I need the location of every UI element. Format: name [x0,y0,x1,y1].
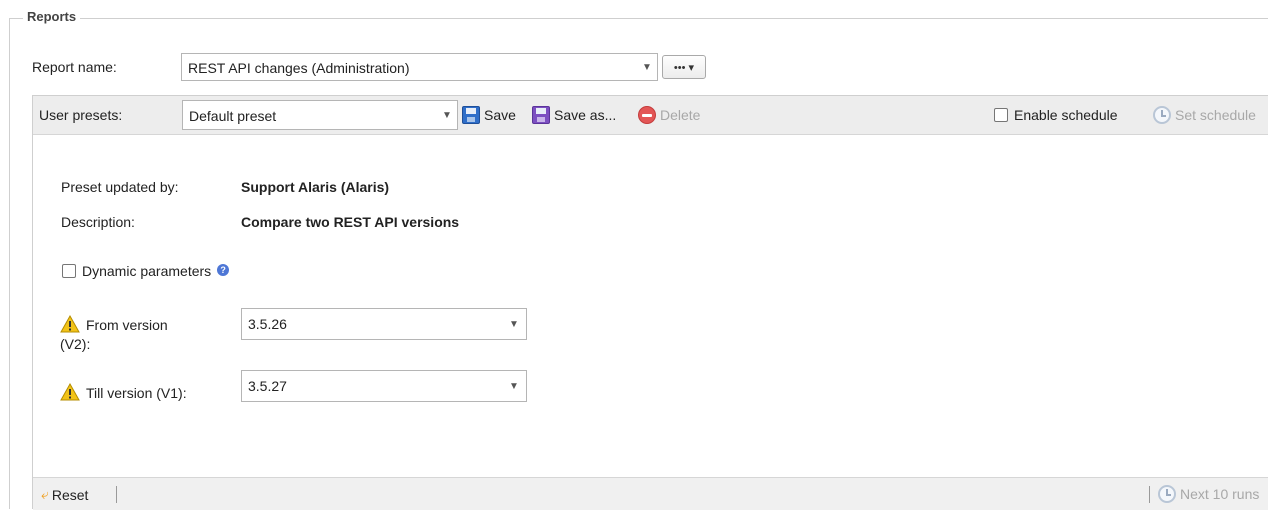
clock-icon [1158,485,1176,503]
help-icon[interactable]: ? [217,264,230,276]
floppy-disk-icon [532,106,550,124]
report-more-button[interactable]: ••• ▾ [662,55,706,79]
till-version-value: 3.5.27 [248,378,287,394]
panel-footer: ⤶ Reset Next 10 runs [33,477,1268,510]
fieldset-border-left [9,18,10,509]
presets-toolbar: User presets: Default preset ▼ Save Save… [33,96,1268,135]
chevron-down-icon[interactable]: ▼ [637,54,657,80]
dynamic-parameters-label: Dynamic parameters [82,263,212,279]
enable-schedule-toggle[interactable]: Enable schedule [994,107,1118,123]
warning-icon [60,383,80,401]
till-version-select[interactable]: 3.5.27 ▼ [241,370,527,402]
set-schedule-button[interactable]: Set schedule [1153,106,1256,124]
report-panel: User presets: Default preset ▼ Save Save… [32,95,1268,510]
next-runs-button[interactable]: Next 10 runs [1158,485,1259,503]
save-as-button[interactable]: Save as... [532,106,616,124]
delete-icon [638,106,656,124]
enable-schedule-label: Enable schedule [1014,107,1118,123]
description-label: Description: [61,214,135,230]
next-runs-label: Next 10 runs [1180,486,1260,502]
user-presets-label: User presets: [39,107,123,123]
preset-updated-by-value: Support Alaris (Alaris) [241,179,390,195]
delete-label: Delete [660,107,701,123]
user-presets-select[interactable]: Default preset ▼ [182,100,458,130]
report-name-select[interactable]: REST API changes (Administration) ▼ [181,53,658,81]
delete-button[interactable]: Delete [638,106,700,124]
report-name-label: Report name: [32,59,117,75]
from-version-label-text: From version [86,317,168,333]
save-label: Save [484,107,516,123]
dynamic-parameters-checkbox[interactable] [62,264,76,278]
floppy-disk-icon [462,106,480,124]
clock-icon [1153,106,1171,124]
save-button[interactable]: Save [462,106,516,124]
set-schedule-label: Set schedule [1175,107,1256,123]
footer-separator [1149,486,1150,503]
fieldset-legend: Reports [23,9,81,24]
fieldset-border-top [9,18,1268,19]
from-version-select[interactable]: 3.5.26 ▼ [241,308,527,340]
preset-updated-by-label: Preset updated by: [61,179,179,195]
undo-arrow-icon: ⤶ [41,486,49,502]
reset-label: Reset [51,486,89,503]
till-version-label-text: Till version (V1): [86,385,187,401]
enable-schedule-checkbox[interactable] [994,108,1008,122]
user-presets-value: Default preset [189,108,277,124]
chevron-down-icon[interactable]: ▼ [502,371,526,401]
description-value: Compare two REST API versions [241,214,460,230]
warning-icon [60,315,80,333]
dynamic-parameters-toggle[interactable]: Dynamic parameters ? [62,263,230,279]
chevron-down-icon[interactable]: ▼ [502,309,526,339]
report-name-value: REST API changes (Administration) [188,60,410,76]
from-version-label: From version [60,315,168,333]
from-version-value: 3.5.26 [248,316,287,332]
till-version-label: Till version (V1): [60,383,187,401]
chevron-down-icon[interactable]: ▼ [437,101,457,129]
footer-separator [116,486,117,503]
reset-button[interactable]: ⤶ Reset [41,486,88,503]
from-version-label-cont: (V2): [60,336,91,352]
save-as-label: Save as... [554,107,617,123]
